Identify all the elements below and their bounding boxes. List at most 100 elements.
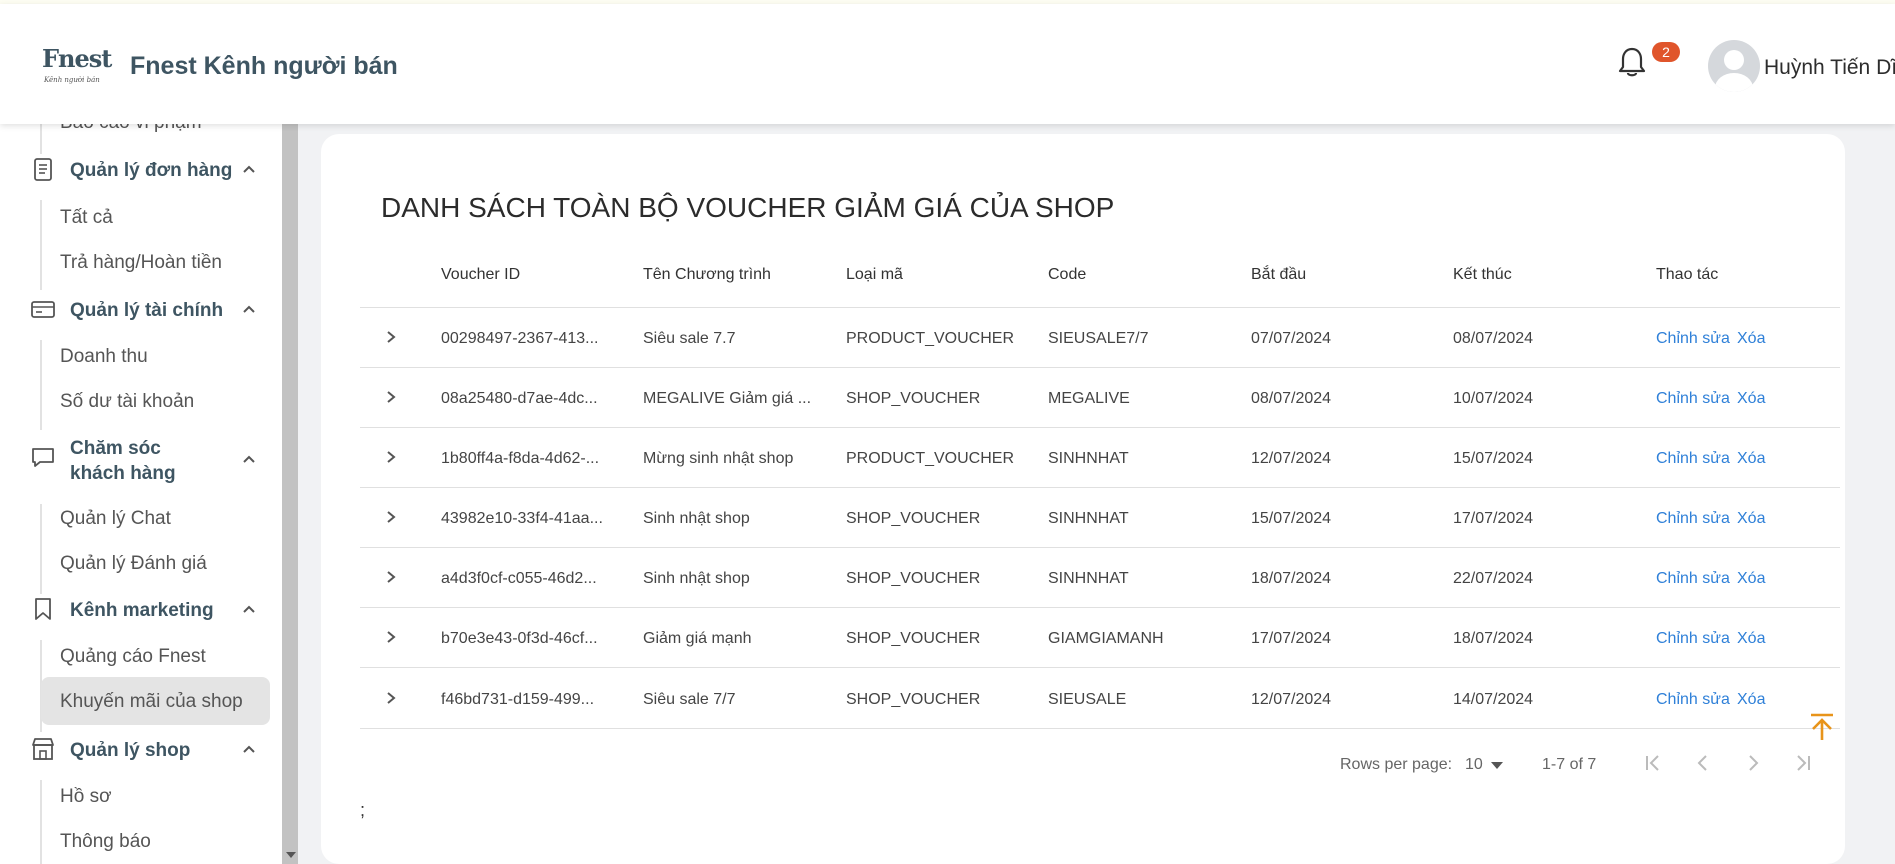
cell-start: 17/07/2024 xyxy=(1251,630,1332,647)
page-title: DANH SÁCH TOÀN BỘ VOUCHER GIẢM GIÁ CỦA S… xyxy=(381,192,1115,223)
delete-link[interactable]: Xóa xyxy=(1737,390,1765,408)
chevron-right-icon[interactable] xyxy=(384,510,398,524)
delete-link[interactable]: Xóa xyxy=(1737,691,1765,709)
row-divider xyxy=(360,427,1840,428)
chevron-right-icon[interactable] xyxy=(384,691,398,705)
sidebar-tree-line xyxy=(40,340,42,430)
delete-link[interactable]: Xóa xyxy=(1737,450,1765,468)
cell-start: 12/07/2024 xyxy=(1251,450,1332,467)
column-header-voucher-type: Loại mã xyxy=(846,266,903,283)
rows-per-page-select[interactable]: 10 xyxy=(1465,756,1483,774)
previous-page-icon[interactable] xyxy=(1692,752,1714,774)
sidebar-item-shop-promotions[interactable]: Khuyến mãi của shop xyxy=(60,691,243,713)
cell-program-name: Siêu sale 7.7 xyxy=(643,330,736,347)
cell-end: 18/07/2024 xyxy=(1453,630,1534,647)
pagination-range: 1-7 of 7 xyxy=(1542,756,1597,773)
sidebar-item-profile[interactable]: Hồ sơ xyxy=(60,786,112,808)
sidebar: Báo cáo vi phạm Quản lý đơn hàng Tất cả … xyxy=(0,124,282,864)
sidebar-item-all-orders[interactable]: Tất cả xyxy=(60,207,113,229)
store-icon xyxy=(32,738,54,760)
chevron-up-icon[interactable] xyxy=(240,300,258,318)
sidebar-group-orders[interactable]: Quản lý đơn hàng xyxy=(30,156,270,186)
sidebar-group-label-line2: khách hàng xyxy=(70,463,176,484)
cell-start: 12/07/2024 xyxy=(1251,691,1332,708)
edit-link[interactable]: Chỉnh sửa xyxy=(1656,510,1730,528)
column-header-actions: Thao tác xyxy=(1656,266,1719,283)
cell-program-name: Giảm giá mạnh xyxy=(643,630,752,647)
sidebar-item-revenue[interactable]: Doanh thu xyxy=(60,346,148,368)
delete-link[interactable]: Xóa xyxy=(1737,330,1765,348)
column-header-program-name: Tên Chương trình xyxy=(643,266,771,283)
cell-voucher-id: a4d3f0cf-c055-46d2... xyxy=(441,570,597,587)
delete-link[interactable]: Xóa xyxy=(1737,630,1765,648)
chevron-right-icon[interactable] xyxy=(384,450,398,464)
sidebar-item-account-balance[interactable]: Số dư tài khoản xyxy=(60,391,194,413)
row-divider xyxy=(360,728,1840,729)
edit-link[interactable]: Chỉnh sửa xyxy=(1656,691,1730,709)
edit-link[interactable]: Chỉnh sửa xyxy=(1656,330,1730,348)
delete-link[interactable]: Xóa xyxy=(1737,510,1765,528)
last-page-icon[interactable] xyxy=(1792,752,1814,774)
sidebar-item-returns[interactable]: Trả hàng/Hoàn tiền xyxy=(60,252,222,274)
cell-voucher-id: 43982e10-33f4-41aa... xyxy=(441,510,603,527)
cell-code: SINHNHAT xyxy=(1048,450,1129,467)
row-divider xyxy=(360,547,1840,548)
cell-voucher-id: 08a25480-d7ae-4dc... xyxy=(441,390,598,407)
rows-per-page-label: Rows per page: xyxy=(1340,756,1453,773)
cell-end: 17/07/2024 xyxy=(1453,510,1534,527)
column-header-end: Kết thúc xyxy=(1453,266,1512,283)
sidebar-item-review-management[interactable]: Quản lý Đánh giá xyxy=(60,553,207,575)
sidebar-item-fnest-ads[interactable]: Quảng cáo Fnest xyxy=(60,646,206,668)
scroll-down-arrow-icon[interactable] xyxy=(286,852,296,858)
cell-voucher-type: PRODUCT_VOUCHER xyxy=(846,330,1015,347)
sidebar-item-chat-management[interactable]: Quản lý Chat xyxy=(60,508,171,530)
chevron-right-icon[interactable] xyxy=(384,390,398,404)
next-page-icon[interactable] xyxy=(1742,752,1764,774)
caret-down-icon[interactable] xyxy=(1490,760,1504,770)
chevron-up-icon[interactable] xyxy=(240,740,258,758)
sidebar-group-label: Quản lý shop xyxy=(70,740,191,761)
chevron-right-icon[interactable] xyxy=(384,630,398,644)
cell-end: 14/07/2024 xyxy=(1453,691,1534,708)
sidebar-tree-line xyxy=(40,780,42,864)
scroll-to-top-icon[interactable] xyxy=(1808,712,1836,742)
sidebar-scrollbar[interactable] xyxy=(282,124,298,864)
user-silhouette-icon xyxy=(1715,50,1753,92)
chevron-up-icon[interactable] xyxy=(240,160,258,178)
cell-code: SIEUSALE xyxy=(1048,691,1127,708)
delete-link[interactable]: Xóa xyxy=(1737,570,1765,588)
cell-end: 10/07/2024 xyxy=(1453,390,1534,407)
bell-icon[interactable] xyxy=(1614,44,1650,80)
sidebar-group-label: Quản lý đơn hàng xyxy=(70,160,233,181)
first-page-icon[interactable] xyxy=(1642,752,1664,774)
cell-code: GIAMGIAMANH xyxy=(1048,630,1164,647)
sidebar-item-violation-report[interactable]: Báo cáo vi phạm xyxy=(60,124,202,134)
sidebar-group-shop[interactable]: Quản lý shop xyxy=(30,736,270,766)
edit-link[interactable]: Chỉnh sửa xyxy=(1656,450,1730,468)
sidebar-item-notifications[interactable]: Thông báo xyxy=(60,831,151,853)
sidebar-group-marketing[interactable]: Kênh marketing xyxy=(30,596,270,626)
sidebar-tree-line xyxy=(40,124,42,154)
column-header-code: Code xyxy=(1048,266,1087,283)
avatar[interactable] xyxy=(1708,40,1760,92)
edit-link[interactable]: Chỉnh sửa xyxy=(1656,390,1730,408)
chat-bubble-icon xyxy=(32,448,54,467)
cell-voucher-type: SHOP_VOUCHER xyxy=(846,630,981,647)
chevron-right-icon[interactable] xyxy=(384,570,398,584)
cell-end: 22/07/2024 xyxy=(1453,570,1534,587)
cell-voucher-id: 00298497-2367-413... xyxy=(441,330,599,347)
user-name[interactable]: Huỳnh Tiến Dĩ xyxy=(1764,56,1895,80)
sidebar-group-finance[interactable]: Quản lý tài chính xyxy=(30,296,270,326)
edit-link[interactable]: Chỉnh sửa xyxy=(1656,570,1730,588)
clipboard-icon xyxy=(34,158,52,181)
chevron-right-icon[interactable] xyxy=(384,330,398,344)
footer-text: ; xyxy=(360,800,366,820)
credit-card-icon xyxy=(31,301,55,318)
cell-voucher-id: f46bd731-d159-499... xyxy=(441,691,595,708)
edit-link[interactable]: Chỉnh sửa xyxy=(1656,630,1730,648)
sidebar-group-customer-care[interactable]: Chăm sóc khách hàng xyxy=(30,434,270,490)
fnest-logo[interactable]: Fnest Kênh người bán xyxy=(40,38,112,94)
header-divider xyxy=(360,307,1840,308)
chevron-up-icon[interactable] xyxy=(240,450,258,468)
chevron-up-icon[interactable] xyxy=(240,600,258,618)
